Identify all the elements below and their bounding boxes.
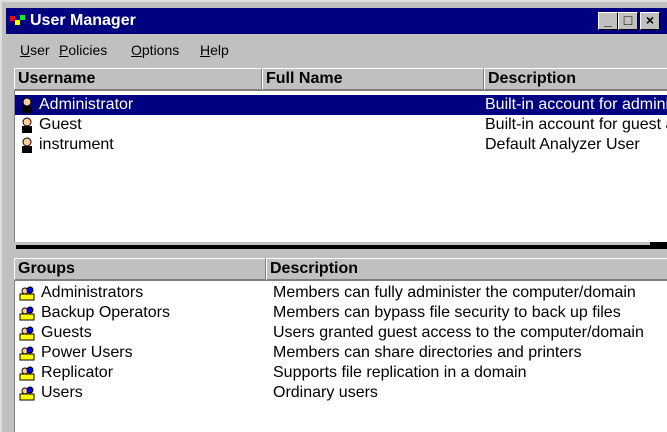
- group-icon: [19, 366, 35, 381]
- group-icon: [19, 306, 35, 321]
- minimize-button[interactable]: _: [598, 12, 618, 30]
- close-button[interactable]: ×: [640, 12, 660, 30]
- group-description: Users granted guest access to the comput…: [273, 324, 644, 341]
- group-name: Administrators: [41, 284, 144, 301]
- menu-options[interactable]: Options: [131, 42, 179, 58]
- user-username: Guest: [39, 116, 82, 133]
- user-row[interactable]: instrument Default Analyzer User: [15, 135, 667, 155]
- user-manager-window: User Manager _ □ × User Policies Options…: [0, 0, 667, 432]
- menu-help[interactable]: Help: [200, 42, 229, 58]
- group-description: Ordinary users: [273, 384, 378, 401]
- group-name: Backup Operators: [41, 304, 170, 321]
- title-bar[interactable]: User Manager _ □ ×: [6, 8, 667, 34]
- group-icon: [19, 386, 35, 401]
- user-row[interactable]: Administrator Built-in account for admin…: [15, 95, 667, 115]
- minimize-icon: _: [604, 12, 612, 28]
- app-icon: [10, 15, 25, 25]
- user-username: Administrator: [39, 96, 134, 113]
- user-description: Default Analyzer User: [485, 136, 640, 153]
- group-row[interactable]: Backup Operators Members can bypass file…: [15, 303, 667, 323]
- column-header-description[interactable]: Description: [484, 68, 667, 90]
- group-name: Guests: [41, 324, 92, 341]
- maximize-icon: □: [623, 12, 633, 28]
- window-title: User Manager: [30, 12, 136, 29]
- group-row[interactable]: Users Ordinary users: [15, 383, 667, 403]
- group-icon: [19, 326, 35, 341]
- group-name: Power Users: [41, 344, 133, 361]
- user-row[interactable]: Guest Built-in account for guest access …: [15, 115, 667, 135]
- user-username: instrument: [39, 136, 114, 153]
- user-description: Built-in account for guest access to the…: [485, 116, 667, 133]
- group-icon: [19, 286, 35, 301]
- group-row[interactable]: Administrators Members can fully adminis…: [15, 283, 667, 303]
- group-row[interactable]: Guests Users granted guest access to the…: [15, 323, 667, 343]
- close-icon: ×: [645, 12, 655, 28]
- pane-splitter-handle[interactable]: [650, 242, 667, 248]
- group-name: Replicator: [41, 364, 114, 381]
- menu-policies[interactable]: Policies: [59, 42, 107, 58]
- user-icon: [22, 117, 32, 133]
- column-header-groups[interactable]: Groups: [14, 258, 266, 280]
- group-description: Members can bypass file security to back…: [273, 304, 621, 321]
- group-description: Supports file replication in a domain: [273, 364, 527, 381]
- groups-list[interactable]: Administrators Members can fully adminis…: [14, 280, 667, 432]
- users-list[interactable]: Administrator Built-in account for admin…: [14, 90, 667, 242]
- user-description: Built-in account for administering the c…: [485, 96, 667, 113]
- user-icon: [22, 97, 32, 113]
- menu-options-rest: ptions: [141, 42, 180, 58]
- group-description: Members can fully administer the compute…: [273, 284, 636, 301]
- group-row[interactable]: Power Users Members can share directorie…: [15, 343, 667, 363]
- group-description: Members can share directories and printe…: [273, 344, 582, 361]
- group-name: Users: [41, 384, 83, 401]
- group-icon: [19, 346, 35, 361]
- column-header-fullname[interactable]: Full Name: [262, 68, 484, 90]
- menu-user[interactable]: User: [20, 42, 50, 58]
- group-row[interactable]: Replicator Supports file replication in …: [15, 363, 667, 383]
- menu-policies-rest: olicies: [68, 42, 108, 58]
- maximize-button[interactable]: □: [618, 12, 638, 30]
- user-icon: [22, 137, 32, 153]
- column-header-group-description[interactable]: Description: [266, 258, 667, 280]
- column-header-username[interactable]: Username: [14, 68, 262, 90]
- menu-user-rest: ser: [30, 42, 50, 58]
- pane-splitter[interactable]: [16, 245, 667, 249]
- menu-help-rest: elp: [210, 42, 229, 58]
